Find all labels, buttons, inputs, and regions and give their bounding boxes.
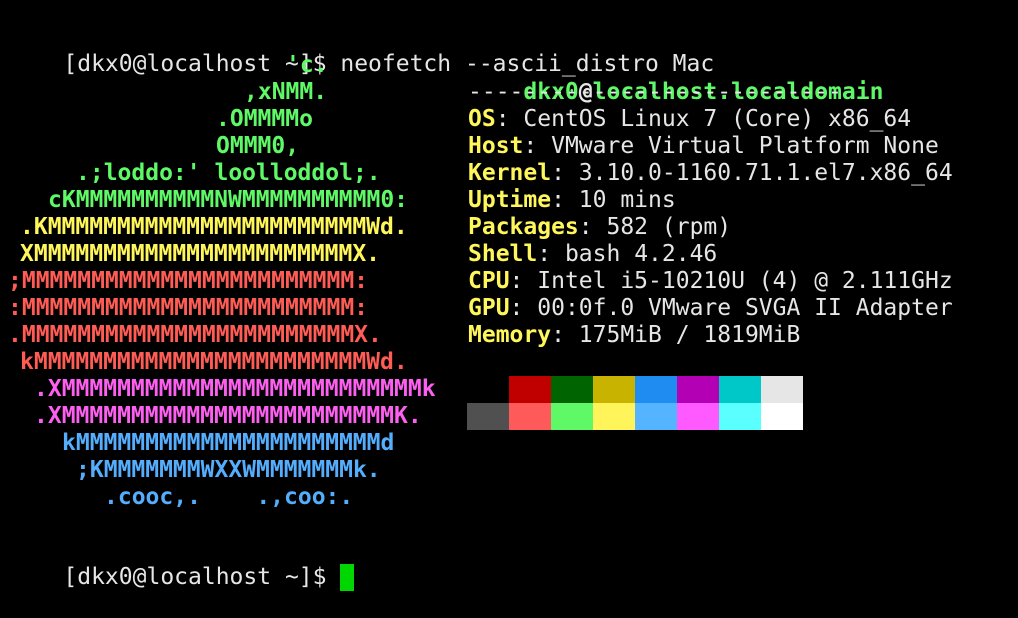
- ascii-logo-line: :MMMMMMMMMMMMMMMMMMMMMMMM:: [8, 295, 369, 321]
- palette-swatch-normal-4: [635, 376, 677, 403]
- info-row-os: OS: CentOS Linux 7 (Core) x86_64: [468, 106, 911, 133]
- info-label: Kernel: [468, 160, 552, 186]
- info-label-separator: :: [551, 160, 579, 186]
- palette-swatch-bright-6: [719, 403, 761, 430]
- terminal-window[interactable]: [dkx0@localhost ~]$ neofetch --ascii_dis…: [0, 0, 1018, 591]
- info-value: 3.10.0-1160.71.1.el7.x86_64: [578, 160, 953, 186]
- ascii-logo-line: ;MMMMMMMMMMMMMMMMMMMMMMMM:: [8, 268, 369, 294]
- ascii-logo-line: XMMMMMMMMMMMMMMMMMMMMMMMX.: [20, 241, 381, 267]
- ascii-logo-line: .XMMMMMMMMMMMMMMMMMMMMMMMMMMk: [34, 376, 436, 402]
- info-label-separator: :: [523, 133, 552, 159]
- ascii-logo-line: kMMMMMMMMMMMMMMMMMMMMMMMMWd.: [20, 349, 408, 375]
- final-shell-prompt: [dkx0@localhost ~]$: [63, 564, 341, 590]
- info-separator: ---------------------------: [468, 79, 842, 105]
- command-line: [dkx0@localhost ~]$ neofetch --ascii_dis…: [8, 24, 714, 77]
- info-row-host: Host: VMware Virtual Platform None: [468, 133, 939, 160]
- info-row-cpu: CPU: Intel i5-10210U (4) @ 2.111GHz: [468, 268, 953, 295]
- info-value: 10 mins: [578, 187, 676, 213]
- ascii-logo-line: ,xNMM.: [244, 79, 328, 105]
- info-label-separator: :: [495, 106, 524, 132]
- palette-swatch-bright-4: [635, 403, 677, 430]
- ascii-logo-line: 'c.: [286, 52, 328, 78]
- info-value: 582 (rpm): [606, 214, 732, 240]
- info-label-separator: :: [551, 187, 579, 213]
- palette-swatch-bright-1: [509, 403, 551, 430]
- info-label-separator: :: [509, 295, 538, 321]
- palette-swatch-bright-2: [551, 403, 593, 430]
- palette-swatch-normal-5: [677, 376, 719, 403]
- ascii-logo-line: .XMMMMMMMMMMMMMMMMMMMMMMMMK.: [34, 403, 422, 429]
- info-value: Intel i5-10210U (4) @ 2.111GHz: [537, 268, 953, 294]
- palette-swatch-bright-5: [677, 403, 719, 430]
- info-label: Uptime: [468, 187, 552, 213]
- info-label-separator: :: [509, 268, 538, 294]
- palette-swatch-bright-3: [593, 403, 635, 430]
- info-label: GPU: [468, 295, 510, 321]
- ascii-logo-line: cKMMMMMMMMMMNWMMMMMMMMMM0:: [48, 187, 409, 213]
- info-value: bash 4.2.46: [564, 241, 718, 267]
- ascii-logo-line: .MMMMMMMMMMMMMMMMMMMMMMMMX.: [8, 322, 382, 348]
- info-label: Packages: [468, 214, 579, 240]
- cursor-block: [340, 564, 355, 591]
- info-title: dkx0@localhost.localdomain: [468, 52, 883, 105]
- palette-swatch-normal-1: [509, 376, 551, 403]
- info-label-separator: :: [551, 322, 579, 348]
- info-label: OS: [468, 106, 496, 132]
- info-row-memory: Memory: 175MiB / 1819MiB: [468, 322, 800, 349]
- palette-swatch-normal-6: [719, 376, 761, 403]
- info-row-gpu: GPU: 00:0f.0 VMware SVGA II Adapter: [468, 295, 953, 322]
- palette-swatch-bright-0: [467, 403, 509, 430]
- info-row-kernel: Kernel: 3.10.0-1160.71.1.el7.x86_64: [468, 160, 953, 187]
- info-row-shell: Shell: bash 4.2.46: [468, 241, 717, 268]
- info-value: CentOS Linux 7 (Core) x86_64: [523, 106, 912, 132]
- ascii-logo-line: OMMM0,: [216, 133, 300, 159]
- info-label-separator: :: [537, 241, 565, 267]
- palette-swatch-normal-7: [761, 376, 803, 403]
- ascii-logo-line: ;KMMMMMMMWXXWMMMMMMMk.: [76, 457, 381, 483]
- info-label-separator: :: [578, 214, 607, 240]
- ascii-logo-line: .KMMMMMMMMMMMMMMMMMMMMMMMWd.: [20, 214, 408, 240]
- info-label: Host: [468, 133, 524, 159]
- final-prompt-line[interactable]: [dkx0@localhost ~]$: [8, 537, 355, 591]
- palette-swatch-normal-3: [593, 376, 635, 403]
- info-row-uptime: Uptime: 10 mins: [468, 187, 676, 214]
- info-value: VMware Virtual Platform None: [551, 133, 939, 159]
- color-palette: [467, 376, 803, 430]
- info-label: Memory: [468, 322, 552, 348]
- palette-swatch-normal-0: [467, 376, 509, 403]
- info-value: 00:0f.0 VMware SVGA II Adapter: [537, 295, 953, 321]
- ascii-logo-line: .cooc,. .,coo:.: [104, 484, 354, 510]
- info-label: CPU: [468, 268, 510, 294]
- ascii-logo-line: .;loddo:' loolloddol;.: [76, 160, 381, 186]
- palette-swatch-normal-2: [551, 376, 593, 403]
- ascii-logo-line: kMMMMMMMMMMMMMMMMMMMMMMd: [62, 430, 395, 456]
- ascii-logo-line: .OMMMMo: [216, 106, 313, 132]
- palette-swatch-bright-7: [761, 403, 803, 430]
- info-value: 175MiB / 1819MiB: [578, 322, 801, 348]
- info-label: Shell: [468, 241, 538, 267]
- info-row-packages: Packages: 582 (rpm): [468, 214, 731, 241]
